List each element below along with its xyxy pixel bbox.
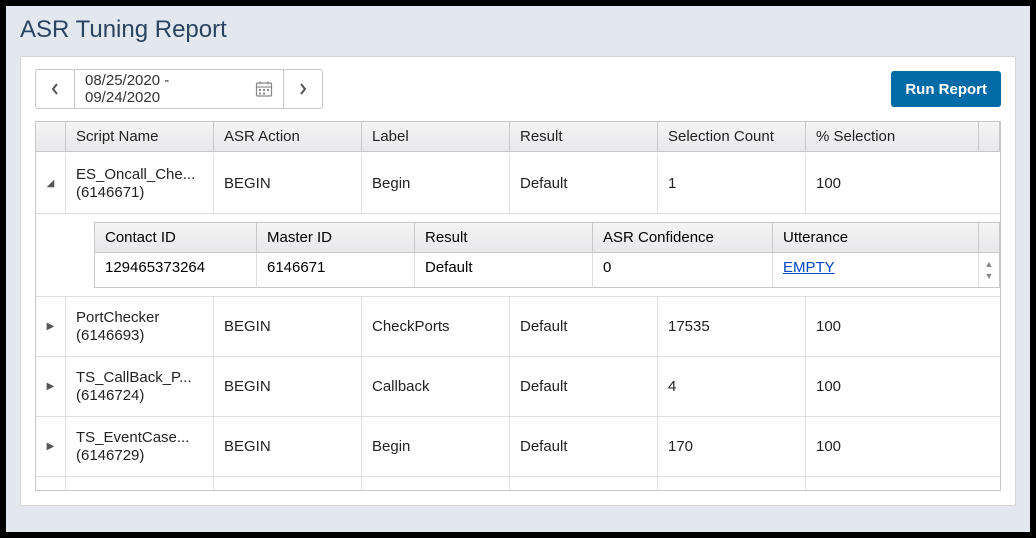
header-selection-count[interactable]: Selection Count bbox=[658, 122, 806, 151]
toolbar: 08/25/2020 - 09/24/2020 bbox=[21, 57, 1015, 121]
cell-selection-count bbox=[658, 477, 806, 490]
cell-pct: 100 bbox=[806, 297, 1000, 356]
cell-pct: 100 bbox=[806, 154, 1000, 213]
report-grid: Script Name ASR Action Label Result Sele… bbox=[35, 121, 1001, 491]
table-row[interactable]: ▶ TS_ServicePac... bbox=[36, 477, 1000, 490]
table-row[interactable]: ◢ ES_Oncall_Che... (6146671) BEGIN Begin… bbox=[36, 154, 1000, 214]
cell-selection-count: 17535 bbox=[658, 297, 806, 356]
cell-contact-id: 129465373264 bbox=[95, 253, 257, 287]
grid-body[interactable]: ◢ ES_Oncall_Che... (6146671) BEGIN Begin… bbox=[36, 154, 1000, 490]
table-row[interactable]: ▶ TS_CallBack_P... (6146724) BEGIN Callb… bbox=[36, 357, 1000, 417]
cell-selection-count: 4 bbox=[658, 357, 806, 416]
script-name: TS_EventCase... bbox=[76, 429, 189, 447]
triangle-down-icon: ◢ bbox=[47, 178, 55, 189]
cell-asr: BEGIN bbox=[214, 297, 362, 356]
cell-asr: BEGIN bbox=[214, 417, 362, 476]
cell-master-id: 6146671 bbox=[257, 253, 415, 287]
expand-toggle[interactable]: ▶ bbox=[36, 477, 66, 490]
triangle-right-icon: ▶ bbox=[47, 441, 55, 452]
cell-pct bbox=[806, 477, 1000, 490]
header-script-name[interactable]: Script Name bbox=[66, 122, 214, 151]
chevron-left-icon bbox=[50, 82, 60, 96]
cell-sub-result: Default bbox=[415, 253, 593, 287]
triangle-down-icon: ▼ bbox=[985, 271, 994, 281]
header-result[interactable]: Result bbox=[510, 122, 658, 151]
cell-asr: BEGIN bbox=[214, 154, 362, 213]
spinner-control[interactable]: ▲ ▼ bbox=[979, 253, 999, 287]
cell-asr-confidence: 0 bbox=[593, 253, 773, 287]
report-panel: 08/25/2020 - 09/24/2020 bbox=[20, 56, 1016, 506]
cell-label: CheckPorts bbox=[362, 297, 510, 356]
cell-label: Callback bbox=[362, 357, 510, 416]
triangle-right-icon: ▶ bbox=[47, 381, 55, 392]
expand-toggle[interactable]: ▶ bbox=[36, 297, 66, 356]
subheader-master-id[interactable]: Master ID bbox=[257, 223, 415, 252]
cell-pct: 100 bbox=[806, 357, 1000, 416]
cell-result: Default bbox=[510, 357, 658, 416]
cell-asr bbox=[214, 477, 362, 490]
subgrid: Contact ID Master ID Result ASR Confiden… bbox=[36, 214, 1000, 297]
date-range-text: 08/25/2020 - 09/24/2020 bbox=[85, 72, 245, 106]
subgrid-row[interactable]: 129465373264 6146671 Default 0 EMPTY ▲ ▼ bbox=[95, 253, 999, 287]
script-name: ES_Oncall_Che... bbox=[76, 166, 195, 184]
cell-result: Default bbox=[510, 417, 658, 476]
utterance-link[interactable]: EMPTY bbox=[783, 259, 835, 276]
subgrid-header: Contact ID Master ID Result ASR Confiden… bbox=[95, 223, 999, 253]
expand-column-header bbox=[36, 122, 66, 151]
grid-header: Script Name ASR Action Label Result Sele… bbox=[36, 122, 1000, 152]
subheader-result[interactable]: Result bbox=[415, 223, 593, 252]
script-name: PortChecker bbox=[76, 309, 159, 327]
subheader-utterance[interactable]: Utterance bbox=[773, 223, 979, 252]
header-pct-selection[interactable]: % Selection bbox=[806, 122, 979, 151]
header-asr-action[interactable]: ASR Action bbox=[214, 122, 362, 151]
cell-result bbox=[510, 477, 658, 490]
cell-result: Default bbox=[510, 297, 658, 356]
chevron-right-icon bbox=[298, 82, 308, 96]
cell-selection-count: 1 bbox=[658, 154, 806, 213]
cell-asr: BEGIN bbox=[214, 357, 362, 416]
cell-pct: 100 bbox=[806, 417, 1000, 476]
prev-button[interactable] bbox=[35, 69, 75, 109]
cell-label bbox=[362, 477, 510, 490]
header-label[interactable]: Label bbox=[362, 122, 510, 151]
calendar-icon bbox=[255, 80, 273, 98]
script-id: (6146671) bbox=[76, 184, 195, 202]
table-row[interactable]: ▶ PortChecker (6146693) BEGIN CheckPorts… bbox=[36, 297, 1000, 357]
script-id: (6146693) bbox=[76, 327, 159, 345]
collapse-toggle[interactable]: ◢ bbox=[36, 154, 66, 213]
next-button[interactable] bbox=[283, 69, 323, 109]
expand-toggle[interactable]: ▶ bbox=[36, 357, 66, 416]
cell-result: Default bbox=[510, 154, 658, 213]
cell-selection-count: 170 bbox=[658, 417, 806, 476]
script-id: (6146724) bbox=[76, 387, 192, 405]
subheader-contact-id[interactable]: Contact ID bbox=[95, 223, 257, 252]
subheader-asr-confidence[interactable]: ASR Confidence bbox=[593, 223, 773, 252]
cell-label: Begin bbox=[362, 154, 510, 213]
expand-toggle[interactable]: ▶ bbox=[36, 417, 66, 476]
date-range-picker[interactable]: 08/25/2020 - 09/24/2020 bbox=[74, 69, 284, 109]
script-name: TS_CallBack_P... bbox=[76, 369, 192, 387]
triangle-right-icon: ▶ bbox=[47, 321, 55, 332]
run-report-button[interactable]: Run Report bbox=[891, 71, 1001, 107]
table-row[interactable]: ▶ TS_EventCase... (6146729) BEGIN Begin … bbox=[36, 417, 1000, 477]
script-id: (6146729) bbox=[76, 447, 189, 465]
page-title: ASR Tuning Report bbox=[6, 6, 1030, 56]
triangle-up-icon: ▲ bbox=[985, 259, 994, 269]
cell-label: Begin bbox=[362, 417, 510, 476]
